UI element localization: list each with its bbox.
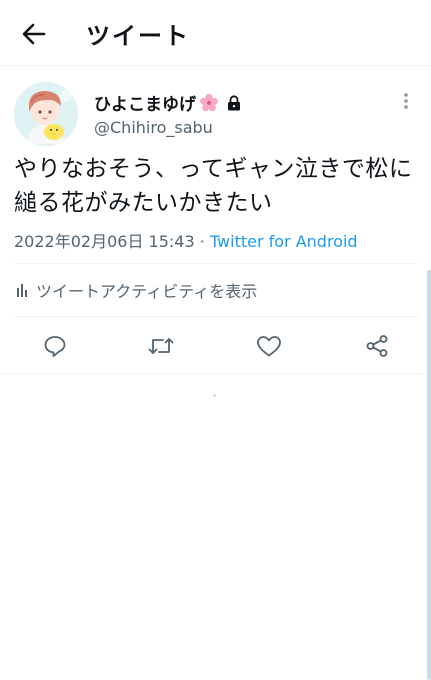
user-handle[interactable]: @Chihiro_sabu (94, 118, 213, 137)
divider (0, 373, 431, 374)
display-name[interactable]: ひよこまゆげ (94, 90, 241, 115)
more-options-button[interactable] (398, 90, 414, 112)
top-bar: ツイート (0, 0, 431, 66)
like-button[interactable] (255, 332, 283, 360)
page-title: ツイート (86, 22, 190, 50)
share-icon (366, 335, 388, 357)
loading-dot (213, 394, 216, 397)
tweet-activity-link[interactable]: ツイートアクティビティを表示 (16, 278, 257, 302)
display-name-text: ひよこまゆげ (94, 95, 196, 115)
tweet-source-link[interactable]: Twitter for Android (210, 232, 358, 251)
tweet-meta: 2022年02月06日 15:43 · Twitter for Android (14, 228, 358, 252)
bar-chart-icon (17, 284, 27, 297)
back-arrow-icon (22, 23, 46, 45)
more-vertical-icon (404, 93, 408, 109)
avatar[interactable] (14, 82, 78, 146)
tweet-activity-label: ツイートアクティビティを表示 (36, 282, 258, 301)
cherry-blossom-icon (200, 93, 218, 111)
meta-separator: · (194, 232, 210, 251)
retweet-icon (148, 338, 174, 354)
share-button[interactable] (363, 332, 391, 360)
tweet-text: やりなおそう、ってギャン泣きで松に縋る花がみたいかきたい (14, 156, 413, 216)
reply-button[interactable] (41, 332, 69, 360)
reply-icon (44, 336, 66, 357)
divider (14, 263, 417, 264)
divider (14, 316, 417, 317)
scrollbar[interactable] (427, 270, 431, 680)
lock-icon (228, 94, 240, 110)
back-button[interactable] (18, 20, 50, 48)
retweet-button[interactable] (147, 332, 175, 360)
heart-icon (257, 336, 281, 357)
avatar-image (14, 82, 78, 146)
tweet-timestamp[interactable]: 2022年02月06日 15:43 (14, 232, 195, 251)
